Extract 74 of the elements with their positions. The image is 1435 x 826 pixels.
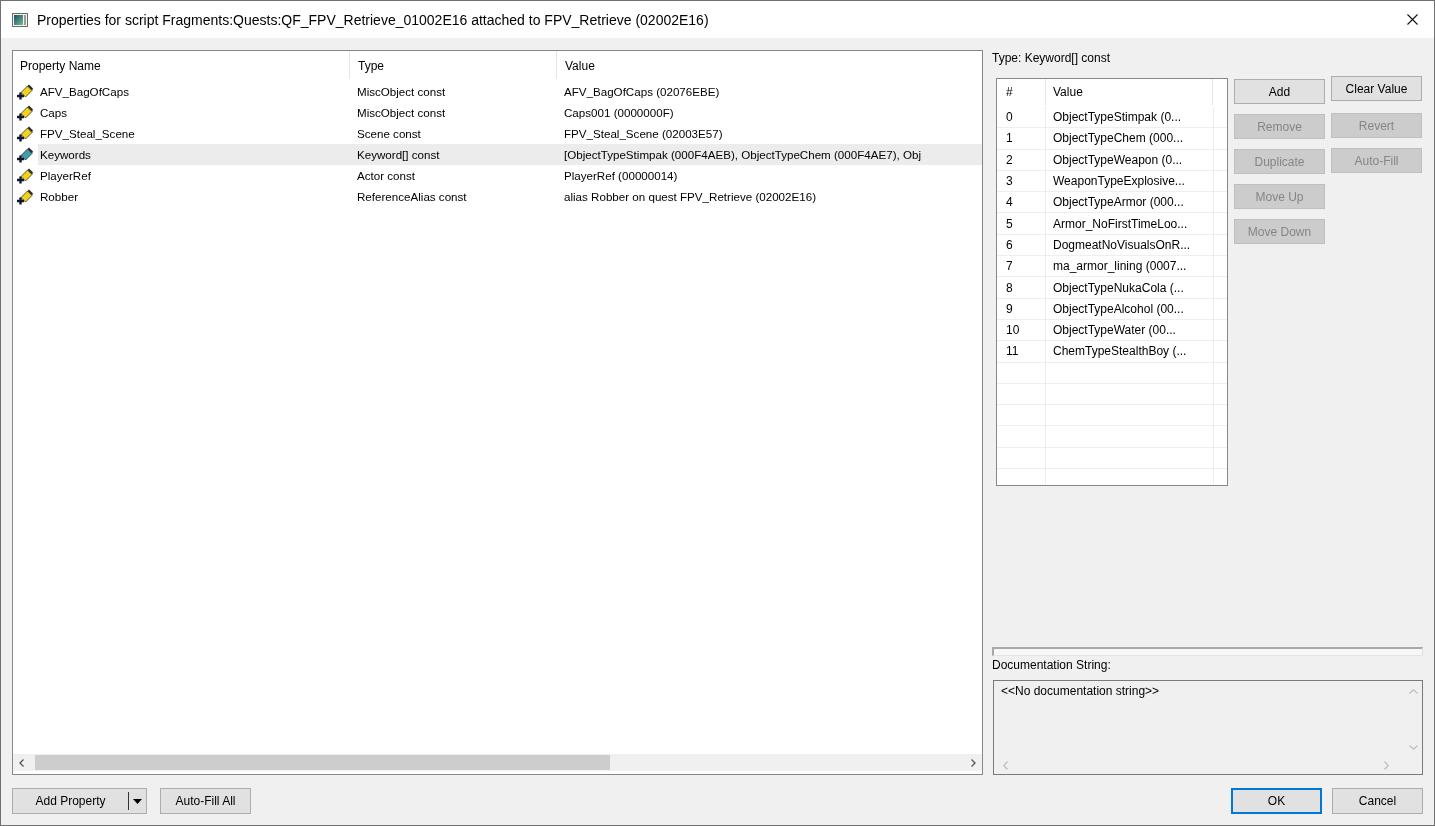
index-cell-text: 10 bbox=[1005, 322, 1021, 340]
column-header[interactable]: Value bbox=[557, 51, 982, 79]
value-button[interactable]: Clear Value bbox=[1331, 76, 1422, 101]
dialog-button[interactable]: Auto-Fill All bbox=[160, 788, 251, 814]
column-header[interactable]: Property Name bbox=[13, 51, 350, 79]
documentation-label: Documentation String: bbox=[992, 658, 1112, 672]
window-icon bbox=[12, 12, 28, 27]
table-cell-text: Caps bbox=[39, 105, 69, 121]
index-cell-text: 4 bbox=[1005, 194, 1014, 212]
index-cell-text: 2 bbox=[1005, 151, 1014, 169]
type-label: Type: Keyword[] const bbox=[992, 50, 1112, 66]
dialog-button[interactable]: OK bbox=[1231, 788, 1322, 814]
index-cell-text: 6 bbox=[1005, 236, 1014, 254]
left-chevron-icon[interactable] bbox=[19, 758, 24, 767]
table-cell-text: Robber bbox=[39, 189, 80, 205]
table-cell-text: [ObjectTypeStimpak (000F4AEB), ObjectTypeChem (000F4AE7), Obj bbox=[563, 147, 922, 163]
table-cell-text: PlayerRef bbox=[39, 168, 92, 184]
table-cell-text: Keyword[] const bbox=[356, 147, 441, 163]
window-title: Properties for script Fragments:Quests:QF_FPV_Retrieve_01002E16 attached to FPV_Retrieve (02002E16) bbox=[37, 11, 709, 28]
index-cell-text: 0 bbox=[1005, 109, 1014, 127]
right-chevron-icon[interactable] bbox=[971, 758, 976, 767]
table-cell-text: ReferenceAlias const bbox=[356, 189, 468, 205]
table-row[interactable]: Robber ReferenceAlias const alias Robber on quest FPV_Retrieve (02002E16) bbox=[38, 186, 982, 207]
dialog-button[interactable]: Add Property bbox=[12, 788, 147, 814]
value-cell-text: ObjectTypeWeapon (0... bbox=[1052, 151, 1184, 169]
table-cell-text: AFV_BagOfCaps (02076EBE) bbox=[563, 84, 721, 100]
index-cell-text: 9 bbox=[1005, 300, 1014, 318]
splitter-bar[interactable] bbox=[992, 647, 1423, 656]
value-cell-text: ChemTypeStealthBoy (... bbox=[1052, 343, 1188, 361]
value-cell-text: ObjectTypeAlcohol (00... bbox=[1052, 300, 1185, 318]
table-cell-text: FPV_Steal_Scene (02003E57) bbox=[563, 126, 724, 142]
close-icon[interactable] bbox=[1407, 14, 1418, 25]
table-cell-text: Caps001 (0000000F) bbox=[563, 105, 675, 121]
table-cell-text: Keywords bbox=[39, 147, 92, 163]
value-cell-text: ObjectTypeWater (00... bbox=[1052, 322, 1177, 340]
index-cell-text: 11 bbox=[1005, 343, 1020, 361]
table-cell-text: PlayerRef (00000014) bbox=[563, 168, 679, 184]
table-cell-text: AFV_BagOfCaps bbox=[39, 84, 130, 100]
table-row[interactable]: PlayerRef Actor const PlayerRef (00000014) bbox=[38, 165, 982, 186]
index-cell-text: 7 bbox=[1005, 258, 1014, 276]
array-button[interactable]: Add bbox=[1234, 79, 1325, 104]
column-header[interactable]: Value bbox=[1046, 79, 1213, 105]
up-chevron-icon[interactable] bbox=[1409, 689, 1418, 694]
table-row[interactable]: Keywords Keyword[] const [ObjectTypeStimpak (000F4AEB), ObjectTypeChem (000F4AE7), Obj bbox=[38, 144, 982, 165]
scrollbar-thumb[interactable] bbox=[35, 755, 610, 770]
value-cell-text: ObjectTypeArmor (000... bbox=[1052, 194, 1185, 212]
table-cell-text: Scene const bbox=[356, 126, 422, 142]
table-row[interactable]: FPV_Steal_Scene Scene const FPV_Steal_Scene (02003E57) bbox=[38, 123, 982, 144]
value-cell-text: ObjectTypeNukaCola (... bbox=[1052, 279, 1185, 297]
horizontal-scrollbar[interactable] bbox=[13, 754, 982, 771]
documentation-text: <<No documentation string>> bbox=[1001, 684, 1160, 698]
value-cell-text: ObjectTypeStimpak (0... bbox=[1052, 109, 1183, 127]
down-chevron-icon[interactable] bbox=[1409, 745, 1418, 750]
index-cell-text: 1 bbox=[1005, 130, 1014, 148]
value-cell-text: WeaponTypeExplosive... bbox=[1052, 173, 1186, 191]
caret-down-icon[interactable] bbox=[133, 798, 142, 804]
table-cell-text: FPV_Steal_Scene bbox=[39, 126, 136, 142]
column-header[interactable]: Type bbox=[350, 51, 557, 79]
value-cell-text: DogmeatNoVisualsOnR... bbox=[1052, 236, 1192, 254]
index-cell-text: 3 bbox=[1005, 173, 1014, 191]
table-cell-text: alias Robber on quest FPV_Retrieve (02002E16) bbox=[563, 189, 817, 205]
table-row[interactable]: AFV_BagOfCaps MiscObject const AFV_BagOfCaps (02076EBE) bbox=[38, 81, 982, 102]
dialog-button[interactable]: Cancel bbox=[1332, 788, 1423, 814]
table-cell-text: MiscObject const bbox=[356, 84, 447, 100]
table-row[interactable]: Caps MiscObject const Caps001 (0000000F) bbox=[38, 102, 982, 123]
index-cell-text: 8 bbox=[1005, 279, 1014, 297]
value-cell-text: Armor_NoFirstTimeLoo... bbox=[1052, 215, 1189, 233]
index-cell-text: 5 bbox=[1005, 215, 1014, 233]
column-header[interactable]: # bbox=[997, 79, 1046, 105]
table-cell-text: MiscObject const bbox=[356, 105, 447, 121]
documentation-field[interactable]: <<No documentation string>> bbox=[993, 680, 1423, 775]
value-cell-text: ObjectTypeChem (000... bbox=[1052, 130, 1185, 148]
value-cell-text: ma_armor_lining (0007... bbox=[1052, 258, 1188, 276]
table-cell-text: Actor const bbox=[356, 168, 416, 184]
